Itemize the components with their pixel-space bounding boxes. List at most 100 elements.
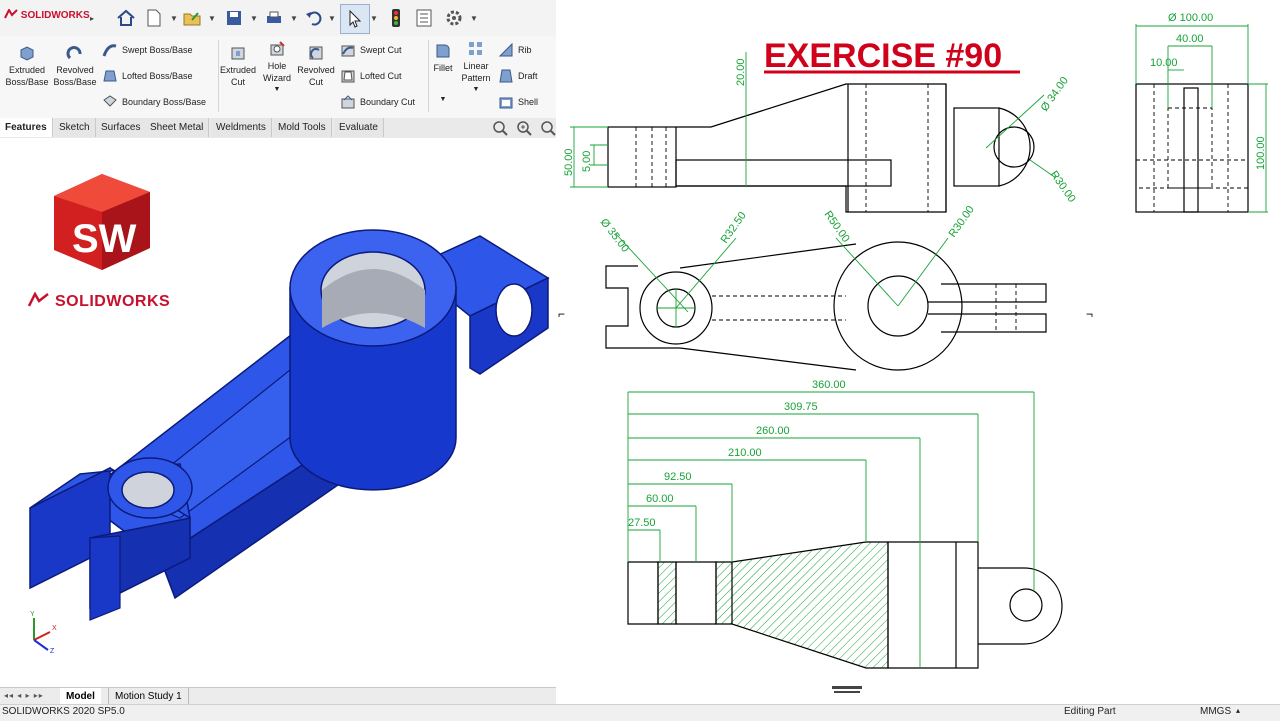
command-manager-tabs: Features Sketch Surfaces Sheet Metal Wel… xyxy=(0,118,556,139)
file-properties-icon[interactable] xyxy=(414,8,434,28)
revolved-boss-label: Revolved Boss/Base xyxy=(53,65,97,87)
select-icon xyxy=(349,9,362,28)
rebuild-icon[interactable] xyxy=(386,8,406,28)
open-icon[interactable] xyxy=(182,8,202,28)
swept-boss-button[interactable]: Swept Boss/Base xyxy=(102,42,193,58)
boundary-boss-button[interactable]: Boundary Boss/Base xyxy=(102,94,206,110)
clevis-hole xyxy=(121,471,175,509)
select-button[interactable] xyxy=(340,4,370,34)
fillet-dropdown-icon[interactable]: ▼ xyxy=(430,94,456,106)
extruded-cut-button[interactable]: Extruded Cut xyxy=(218,44,258,88)
triad-z-label: Z xyxy=(50,648,55,654)
dim-360: 360.00 xyxy=(812,379,846,391)
swept-cut-icon xyxy=(341,45,355,57)
print-icon[interactable] xyxy=(264,8,284,28)
hole-wizard-dropdown-icon[interactable]: ▼ xyxy=(258,84,296,96)
engineering-drawing: EXERCISE #90 50.00 5.00 20.00 Ø 34.00 R3… xyxy=(556,0,1280,704)
tab-motion-study[interactable]: Motion Study 1 xyxy=(108,688,189,705)
tab-surfaces[interactable]: Surfaces xyxy=(96,118,147,137)
hole-wizard-label: Hole Wizard xyxy=(262,61,291,83)
print-dropdown-icon[interactable]: ▼ xyxy=(290,14,298,23)
tab-model[interactable]: Model xyxy=(60,688,101,705)
fillet-button[interactable]: Fillet ▼ xyxy=(430,42,456,106)
dim-210: 210.00 xyxy=(728,447,762,459)
graphics-area[interactable]: SW SOLIDWORKS Y X Z xyxy=(0,138,556,688)
tab-sketch[interactable]: Sketch xyxy=(54,118,96,137)
revolved-boss-icon xyxy=(66,46,82,60)
triad-y-label: Y xyxy=(30,611,35,618)
boundary-cut-button[interactable]: Boundary Cut xyxy=(340,94,415,110)
new-document-icon[interactable] xyxy=(144,8,164,28)
draft-button[interactable]: Draft xyxy=(498,68,538,84)
dim-27-5: 27.50 xyxy=(628,517,656,529)
save-icon[interactable] xyxy=(224,8,244,28)
home-icon[interactable] xyxy=(116,8,136,28)
undo-dropdown-icon[interactable]: ▼ xyxy=(328,14,336,23)
dim-92-5: 92.50 xyxy=(664,471,692,483)
new-dropdown-icon[interactable]: ▼ xyxy=(170,14,178,23)
draft-label: Draft xyxy=(518,71,538,81)
tab-evaluate[interactable]: Evaluate xyxy=(334,118,384,137)
revolved-cut-button[interactable]: Revolved Cut xyxy=(296,44,336,88)
linear-pattern-button[interactable]: Linear Pattern ▼ xyxy=(458,40,494,96)
unit-system[interactable]: MMGS xyxy=(1200,706,1231,717)
section-marker-left: ⌐ xyxy=(558,307,565,321)
dim-r50: R50.00 xyxy=(822,209,852,245)
command-manager: Extruded Boss/Base Revolved Boss/Base Sw… xyxy=(0,36,556,118)
tab-mold-tools[interactable]: Mold Tools xyxy=(273,118,332,137)
extruded-cut-label: Extruded Cut xyxy=(219,65,257,87)
tab-scroll-arrows-icon[interactable]: ◂◂ ◂ ▸ ▸▸ xyxy=(4,691,44,700)
shell-label: Shell xyxy=(518,97,539,107)
swept-cut-button[interactable]: Swept Cut xyxy=(340,42,402,58)
swept-boss-icon xyxy=(102,44,117,57)
triad-x-label: X xyxy=(52,625,57,632)
quick-access-toolbar: SOLIDWORKS ▸ ▼ ▼ ▼ ▼ ▼ ▼ ▼ xyxy=(0,0,556,37)
previous-view-icon[interactable] xyxy=(540,120,556,136)
shell-icon xyxy=(499,97,513,109)
open-dropdown-icon[interactable]: ▼ xyxy=(208,14,216,23)
dim-5: 5.00 xyxy=(581,151,593,172)
rib-label: Rib xyxy=(518,45,532,55)
zoom-to-fit-icon[interactable] xyxy=(492,120,508,136)
select-dropdown-icon[interactable]: ▼ xyxy=(370,14,378,23)
boundary-cut-label: Boundary Cut xyxy=(360,97,416,107)
dim-dia-35: Ø 35.00 xyxy=(598,216,632,254)
solidworks-logo[interactable]: SOLIDWORKS xyxy=(4,7,90,21)
section-marker-right: ¬ xyxy=(1086,307,1093,321)
tab-weldments[interactable]: Weldments xyxy=(211,118,272,137)
revolved-boss-button[interactable]: Revolved Boss/Base xyxy=(52,44,98,88)
rib-button[interactable]: Rib xyxy=(498,42,532,58)
lofted-boss-button[interactable]: Lofted Boss/Base xyxy=(102,68,193,84)
model-tabs-bar: ◂◂ ◂ ▸ ▸▸ Model Motion Study 1 xyxy=(0,687,556,705)
swept-cut-label: Swept Cut xyxy=(360,45,402,55)
dim-dia-100: Ø 100.00 xyxy=(1168,12,1213,24)
undo-icon[interactable] xyxy=(304,8,324,28)
options-icon[interactable] xyxy=(444,8,464,28)
shell-button[interactable]: Shell xyxy=(498,94,538,110)
dim-260: 260.00 xyxy=(756,425,790,437)
linear-pattern-dropdown-icon[interactable]: ▼ xyxy=(458,84,494,96)
fillet-icon xyxy=(436,44,450,58)
tab-sheet-metal[interactable]: Sheet Metal xyxy=(145,118,210,137)
lofted-boss-label: Lofted Boss/Base xyxy=(122,71,193,81)
part-3d-model[interactable] xyxy=(0,138,556,688)
dim-r30-front: R30.00 xyxy=(1048,169,1078,205)
section-label-mark xyxy=(834,691,860,693)
save-dropdown-icon[interactable]: ▼ xyxy=(250,14,258,23)
dim-50: 50.00 xyxy=(563,148,575,176)
lofted-cut-icon xyxy=(341,70,355,83)
zoom-to-area-icon[interactable] xyxy=(516,120,532,136)
dim-10: 10.00 xyxy=(1150,57,1178,69)
lofted-cut-button[interactable]: Lofted Cut xyxy=(340,68,402,84)
tab-features[interactable]: Features xyxy=(0,118,53,137)
extruded-boss-icon xyxy=(20,46,34,61)
units-dropdown-icon[interactable]: ▴ xyxy=(1236,706,1240,715)
lofted-boss-icon xyxy=(103,70,117,82)
extruded-boss-button[interactable]: Extruded Boss/Base xyxy=(4,44,50,88)
rib-icon xyxy=(498,42,513,57)
options-dropdown-icon[interactable]: ▼ xyxy=(470,14,478,23)
boundary-boss-label: Boundary Boss/Base xyxy=(122,97,207,107)
draft-icon xyxy=(499,69,513,83)
menu-expand-icon[interactable]: ▸ xyxy=(90,14,94,23)
hole-wizard-button[interactable]: Hole Wizard ▼ xyxy=(258,40,296,96)
